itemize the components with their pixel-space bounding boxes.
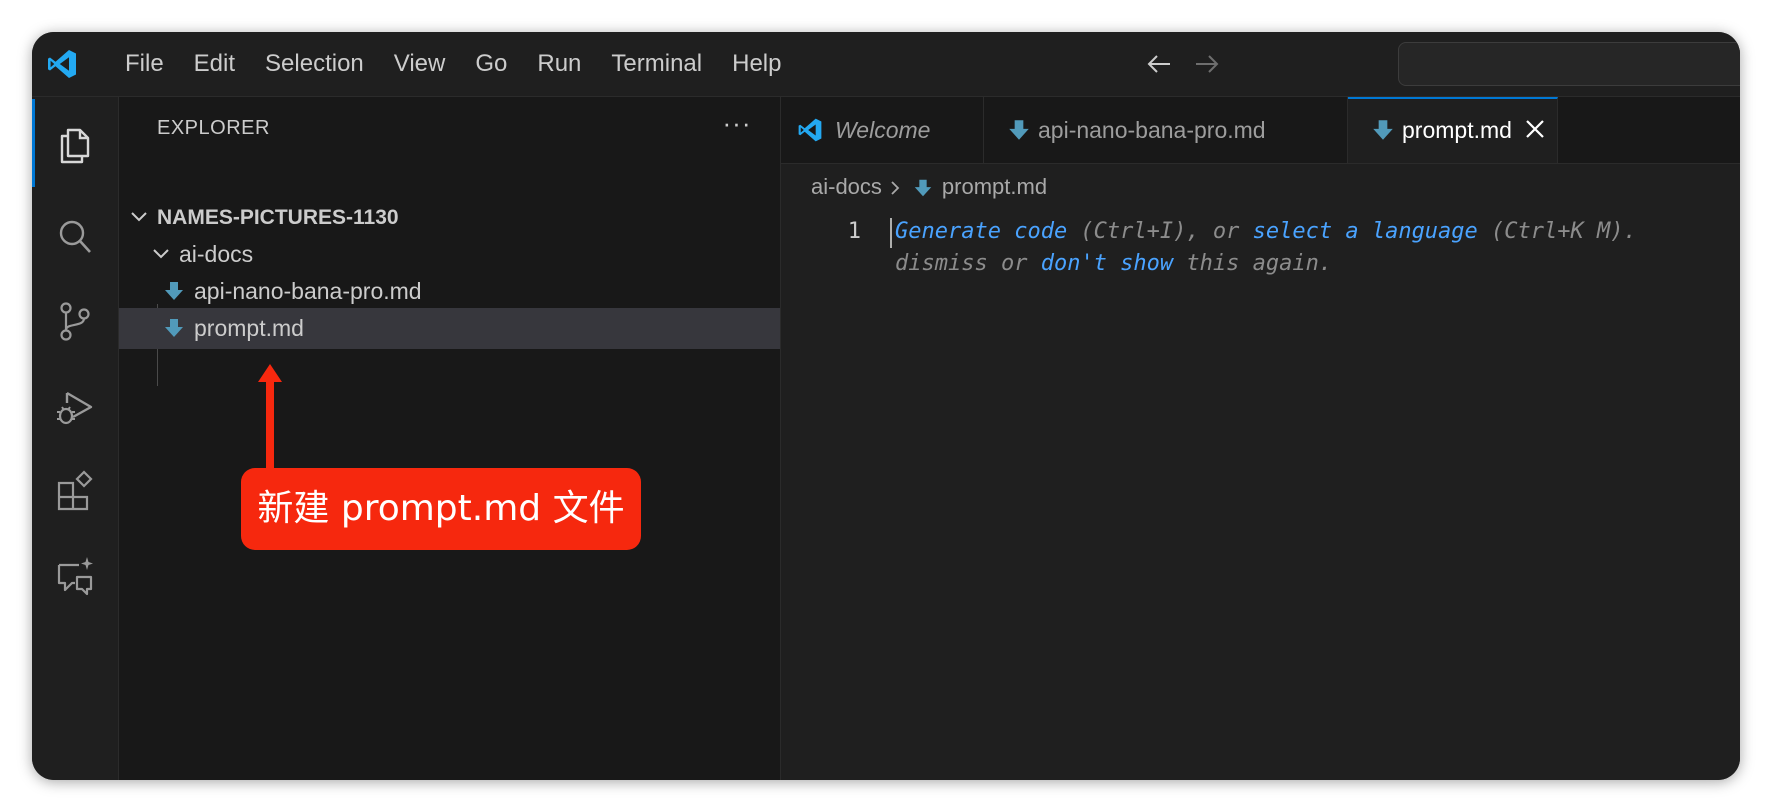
markdown-download-icon xyxy=(165,282,183,300)
breadcrumb-folder[interactable]: ai-docs xyxy=(811,174,882,199)
editor-area: Welcome api-nano-bana-pro.md prompt.md a… xyxy=(781,97,1740,780)
explorer-sidebar: EXPLORER ··· NAMES-PICTURES-1130 ai-docs… xyxy=(119,97,781,780)
editor-hint-line-2: dismiss or don't show this again. xyxy=(895,247,1332,281)
tab-label: prompt.md xyxy=(1402,117,1512,143)
chevron-down-icon xyxy=(153,249,169,259)
tree-file-api-nano-bana-pro[interactable]: api-nano-bana-pro.md xyxy=(119,271,780,312)
tab-api-nano-bana-pro[interactable]: api-nano-bana-pro.md xyxy=(984,97,1348,163)
tab-label: api-nano-bana-pro.md xyxy=(1038,117,1266,143)
markdown-download-icon xyxy=(165,319,183,337)
menu-help[interactable]: Help xyxy=(717,32,796,96)
select-language-link[interactable]: select a language xyxy=(1253,219,1478,244)
menu-view[interactable]: View xyxy=(379,32,461,96)
breadcrumb: ai-docs prompt.md xyxy=(811,165,1047,209)
tab-label: Welcome xyxy=(835,117,931,143)
hint-dismiss-text[interactable]: dismiss or xyxy=(895,251,1041,276)
annotation-callout: 新建 prompt.md 文件 xyxy=(241,468,641,550)
tree-root-folder[interactable]: NAMES-PICTURES-1130 xyxy=(119,197,780,238)
menu-go[interactable]: Go xyxy=(460,32,522,96)
run-debug-icon[interactable] xyxy=(53,385,97,429)
markdown-download-icon xyxy=(1373,120,1393,140)
command-center-search[interactable] xyxy=(1398,42,1740,86)
activity-bar xyxy=(32,97,119,780)
editor-hint-line-1: Generate code (Ctrl+I), or select a lang… xyxy=(895,215,1637,249)
chat-icon[interactable] xyxy=(53,555,97,599)
generate-code-link[interactable]: Generate code xyxy=(895,219,1067,244)
tree-file-prompt[interactable]: prompt.md xyxy=(119,308,780,349)
tab-bar: Welcome api-nano-bana-pro.md prompt.md xyxy=(781,97,1740,164)
markdown-download-icon xyxy=(914,179,932,197)
menu-file[interactable]: File xyxy=(110,32,179,96)
explorer-icon[interactable] xyxy=(53,122,97,166)
annotation-arrow-icon xyxy=(258,364,282,472)
hint-text: (Ctrl+I), or xyxy=(1067,219,1253,244)
menu-bar: File Edit Selection View Go Run Terminal… xyxy=(110,32,796,96)
file-label: prompt.md xyxy=(194,315,304,341)
extensions-icon[interactable] xyxy=(53,469,97,513)
hint-text: (Ctrl+K M). xyxy=(1477,219,1637,244)
menu-terminal[interactable]: Terminal xyxy=(596,32,717,96)
title-bar: File Edit Selection View Go Run Terminal… xyxy=(32,32,1740,97)
arrow-left-icon[interactable] xyxy=(1144,49,1174,79)
root-folder-label: NAMES-PICTURES-1130 xyxy=(157,206,399,229)
more-actions-button[interactable]: ··· xyxy=(722,110,752,143)
close-icon[interactable] xyxy=(1524,118,1546,140)
menu-edit[interactable]: Edit xyxy=(179,32,250,96)
chevron-right-icon xyxy=(891,181,900,195)
arrow-right-icon[interactable] xyxy=(1192,49,1222,79)
active-view-indicator xyxy=(32,99,35,187)
explorer-title: EXPLORER xyxy=(157,117,270,139)
vscode-logo-icon xyxy=(798,118,822,142)
menu-selection[interactable]: Selection xyxy=(250,32,379,96)
source-control-icon[interactable] xyxy=(53,299,97,343)
hint-text: this again. xyxy=(1173,251,1333,276)
dont-show-link[interactable]: don't show xyxy=(1041,251,1173,276)
tree-folder-ai-docs[interactable]: ai-docs xyxy=(119,234,780,275)
breadcrumb-file[interactable]: prompt.md xyxy=(942,174,1047,199)
vscode-logo-icon[interactable] xyxy=(46,48,78,80)
chevron-down-icon xyxy=(131,212,147,222)
text-cursor xyxy=(890,218,892,248)
folder-label: ai-docs xyxy=(179,241,254,267)
search-icon[interactable] xyxy=(53,215,97,259)
vscode-window: File Edit Selection View Go Run Terminal… xyxy=(32,32,1740,780)
tab-welcome[interactable]: Welcome xyxy=(781,97,984,163)
tab-prompt[interactable]: prompt.md xyxy=(1348,97,1558,163)
menu-run[interactable]: Run xyxy=(522,32,596,96)
file-label: api-nano-bana-pro.md xyxy=(194,278,422,304)
markdown-download-icon xyxy=(1009,120,1029,140)
line-number: 1 xyxy=(847,219,861,244)
